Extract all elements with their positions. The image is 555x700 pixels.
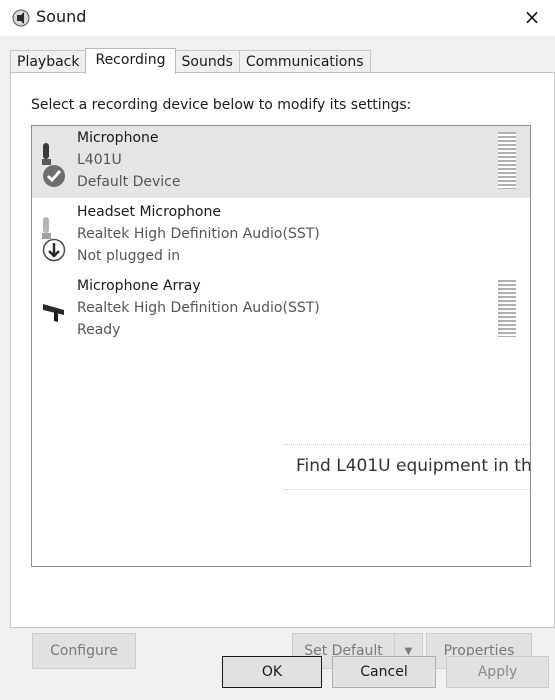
- callout-step-number: 2: [284, 455, 285, 477]
- ok-button[interactable]: OK: [222, 656, 322, 688]
- title-bar: Sound ×: [0, 0, 555, 36]
- tab-communications[interactable]: Communications: [238, 50, 371, 73]
- instruction-callout: 2 Find L401U equipment in the A: [284, 444, 530, 490]
- close-button[interactable]: ×: [509, 0, 555, 34]
- tab-playback[interactable]: Playback: [10, 50, 87, 73]
- device-row-microphone-array[interactable]: Microphone Array Realtek High Definition…: [32, 274, 530, 346]
- device-status: Default Device: [77, 174, 181, 190]
- microphone-icon: [42, 143, 65, 187]
- device-name: Microphone: [77, 130, 159, 146]
- apply-button[interactable]: Apply: [446, 656, 549, 688]
- tab-sounds[interactable]: Sounds: [174, 50, 240, 73]
- dialog-button-bar: OK Cancel Apply: [0, 632, 555, 700]
- speaker-icon: [12, 9, 30, 27]
- window-title: Sound: [36, 7, 87, 26]
- sound-dialog: Playback Recording Sounds Communications…: [0, 36, 555, 700]
- level-meter: [498, 132, 516, 189]
- device-description: L401U: [77, 152, 122, 168]
- tab-strip: Playback Recording Sounds Communications: [10, 48, 371, 74]
- device-row-headset-microphone[interactable]: Headset Microphone Realtek High Definiti…: [32, 200, 530, 272]
- cancel-button[interactable]: Cancel: [332, 656, 436, 688]
- instruction-text: Select a recording device below to modif…: [31, 97, 412, 113]
- level-meter: [498, 280, 516, 337]
- close-icon: ×: [523, 5, 541, 29]
- callout-text: Find L401U equipment in the A: [296, 456, 530, 476]
- device-row-microphone[interactable]: Microphone L401U Default Device: [32, 126, 530, 198]
- device-description: Realtek High Definition Audio(SST): [77, 226, 320, 242]
- tab-recording[interactable]: Recording: [85, 48, 176, 74]
- device-status: Ready: [77, 322, 121, 338]
- device-status: Not plugged in: [77, 248, 181, 264]
- device-name: Microphone Array: [77, 278, 201, 294]
- headset-microphone-icon: [42, 217, 66, 262]
- device-list[interactable]: Microphone L401U Default Device Headset …: [31, 125, 531, 567]
- device-description: Realtek High Definition Audio(SST): [77, 300, 320, 316]
- recording-panel: Select a recording device below to modif…: [10, 72, 555, 669]
- device-name: Headset Microphone: [77, 204, 221, 220]
- microphone-array-icon: [43, 304, 64, 322]
